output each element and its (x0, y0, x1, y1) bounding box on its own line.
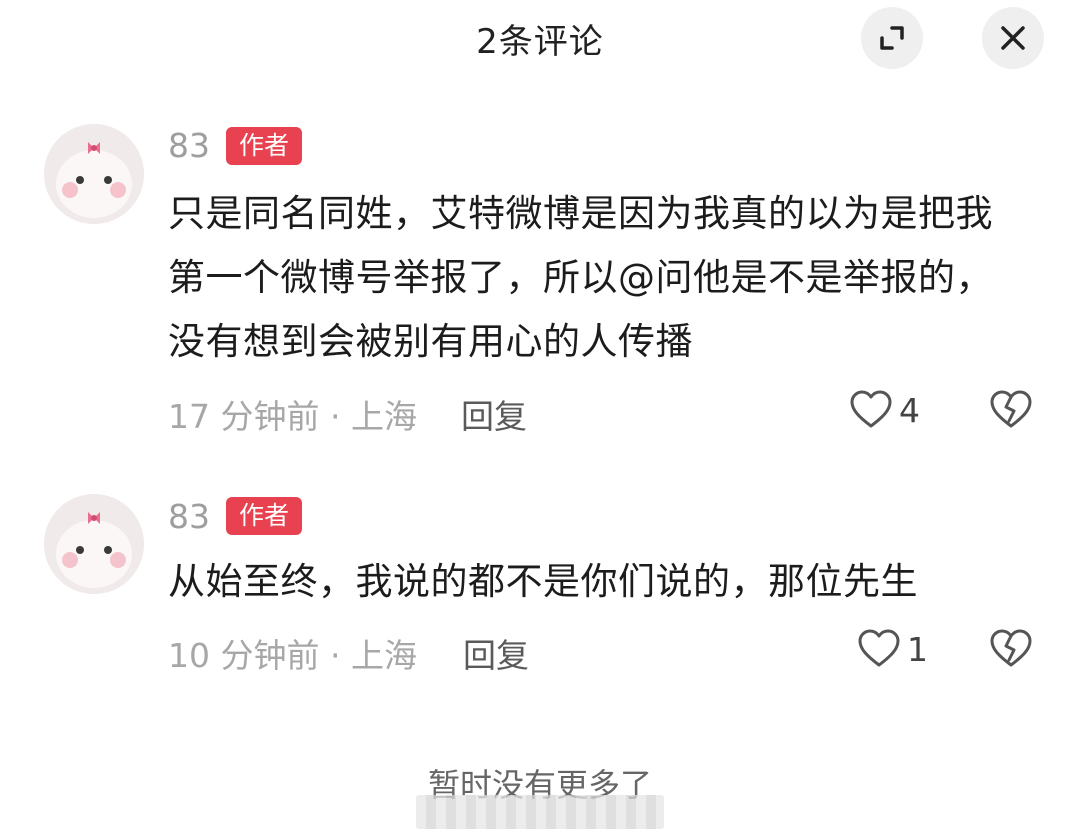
author-badge: 作者 (226, 497, 302, 535)
expand-button[interactable] (861, 7, 923, 69)
like-count: 4 (899, 390, 920, 430)
dislike-button[interactable] (989, 390, 1033, 434)
like-button[interactable]: 1 (857, 629, 928, 669)
comments-header: 2条评论 (0, 0, 1080, 80)
broken-heart-icon (990, 629, 1032, 667)
bunny-avatar-icon (44, 124, 144, 224)
bunny-avatar-icon (44, 494, 144, 594)
comment-username[interactable]: 83 (168, 497, 210, 536)
like-button[interactable]: 4 (849, 390, 920, 430)
watermark-overlay (416, 795, 664, 829)
close-button[interactable] (982, 7, 1044, 69)
avatar[interactable] (44, 494, 144, 594)
dislike-button[interactable] (989, 629, 1033, 673)
expand-icon (880, 26, 904, 50)
comment-username[interactable]: 83 (168, 126, 210, 165)
heart-outline-icon (850, 390, 892, 428)
like-count: 1 (907, 629, 928, 669)
comment-meta: 17 分钟前 · 上海 (168, 397, 417, 436)
avatar[interactable] (44, 124, 144, 224)
reply-button[interactable]: 回复 (463, 629, 529, 677)
heart-outline-icon (858, 629, 900, 667)
reply-button[interactable]: 回复 (461, 390, 527, 438)
broken-heart-icon (990, 390, 1032, 428)
comment-meta: 10 分钟前 · 上海 (168, 636, 417, 675)
close-icon (1001, 26, 1025, 50)
author-badge: 作者 (226, 127, 302, 165)
comment-text: 只是同名同姓，艾特微博是因为我真的以为是把我第一个微博号举报了，所以@问他是不是… (168, 192, 993, 363)
comment-text: 从始至终，我说的都不是你们说的，那位先生 (168, 560, 918, 603)
